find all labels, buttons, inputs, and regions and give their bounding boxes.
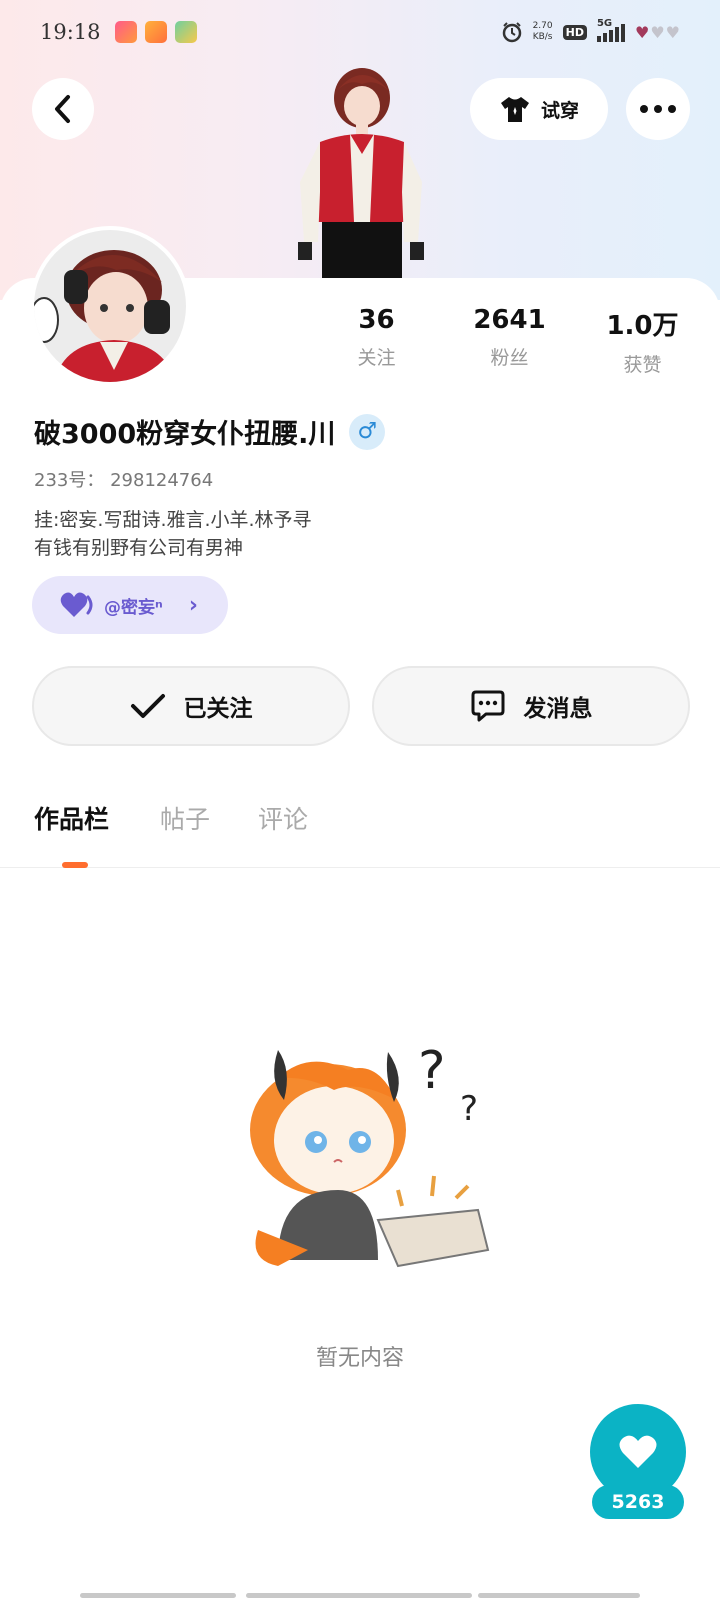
tshirt-icon [500, 97, 529, 122]
app-notification-icon [174, 21, 197, 43]
stat-followers[interactable]: 2641 粉丝 [443, 305, 576, 377]
chevron-right-icon: › [188, 592, 198, 618]
bio: 挂:密妄.写甜诗.雅言.小羊.林予寻 有钱有别野有公司有男神 [34, 506, 312, 562]
stat-likes[interactable]: 1.0万 获赞 [576, 305, 709, 377]
stats-row: 36 关注 2641 粉丝 1.0万 获赞 [310, 305, 710, 377]
empty-state-illustration: ? ? [250, 1041, 490, 1268]
svg-text:?: ? [460, 1089, 478, 1129]
chat-bubble-icon [471, 690, 504, 722]
username: 破3000粉穿女仆扭腰.川 [34, 419, 336, 450]
hd-badge: HD [562, 24, 587, 40]
user-id: 233号： 298124764 [34, 466, 213, 492]
tab-indicator [62, 862, 88, 868]
avatar-image [34, 230, 186, 382]
status-bar: 19:18 2.70 KB/s HD 5G ♥ ♥ ♥ [0, 0, 720, 64]
stat-value: 2641 [473, 305, 546, 335]
male-gender-icon: ♂ [349, 413, 386, 450]
try-on-button[interactable]: 试穿 [470, 78, 608, 140]
more-options-button[interactable] [626, 78, 690, 140]
more-dot-icon [654, 105, 662, 113]
heart-icon [60, 592, 93, 617]
try-on-label: 试穿 [540, 99, 579, 122]
network-speed-value: 2.70 [532, 21, 553, 31]
bio-line: 挂:密妄.写甜诗.雅言.小羊.林予寻 [34, 509, 312, 531]
network-type: 5G [596, 18, 613, 29]
signal-icon: 5G [596, 18, 625, 42]
svg-text:?: ? [418, 1041, 446, 1101]
chevron-left-icon [55, 95, 70, 123]
back-button[interactable] [32, 78, 94, 140]
empty-state-text: 暂无内容 [315, 1346, 404, 1371]
alarm-icon [502, 22, 521, 43]
app-notification-icon [114, 21, 137, 43]
following-button[interactable]: 已关注 [32, 666, 350, 746]
send-message-button[interactable]: 发消息 [372, 666, 690, 746]
tab-comments[interactable]: 评论 [258, 800, 308, 836]
stat-value: 1.0万 [606, 311, 679, 341]
check-icon [130, 694, 165, 718]
battery-icon: ♥ ♥ ♥ [634, 22, 680, 42]
following-label: 已关注 [183, 696, 253, 722]
more-dot-icon [640, 105, 648, 113]
stat-label: 关注 [357, 347, 396, 369]
home-indicator-segment [246, 1593, 472, 1598]
status-time: 19:18 [40, 20, 101, 44]
bio-line: 有钱有别野有公司有男神 [34, 537, 244, 559]
avatar[interactable] [30, 226, 190, 386]
uid-label: 233号： [34, 470, 105, 491]
status-right: 2.70 KB/s HD 5G ♥ ♥ ♥ [501, 18, 680, 43]
stat-value: 36 [358, 305, 395, 335]
stat-following[interactable]: 36 关注 [310, 305, 443, 377]
home-indicator-segment [80, 1593, 236, 1598]
heart-icon [619, 1435, 657, 1468]
notification-icons [114, 21, 197, 43]
like-count-badge: 5263 [592, 1485, 684, 1519]
network-speed: 2.70 KB/s [533, 21, 553, 43]
uid-value: 298124764 [110, 470, 214, 491]
cp-tag-label: @密妄ⁿ [104, 597, 163, 618]
stat-label: 获赞 [623, 354, 662, 376]
stat-label: 粉丝 [490, 347, 529, 369]
username-row: 破3000粉穿女仆扭腰.川 ♂ [34, 412, 386, 451]
home-indicator-segment [478, 1593, 640, 1598]
tab-works[interactable]: 作品栏 [34, 800, 109, 836]
network-speed-unit: KB/s [532, 32, 553, 42]
content-tabs: 作品栏 帖子 评论 [0, 790, 720, 868]
cp-tag-button[interactable]: @密妄ⁿ › [32, 576, 228, 634]
tab-posts[interactable]: 帖子 [160, 800, 210, 836]
character-figure [298, 68, 424, 280]
more-dot-icon [668, 105, 676, 113]
app-notification-icon [144, 21, 167, 43]
send-message-label: 发消息 [523, 696, 593, 722]
